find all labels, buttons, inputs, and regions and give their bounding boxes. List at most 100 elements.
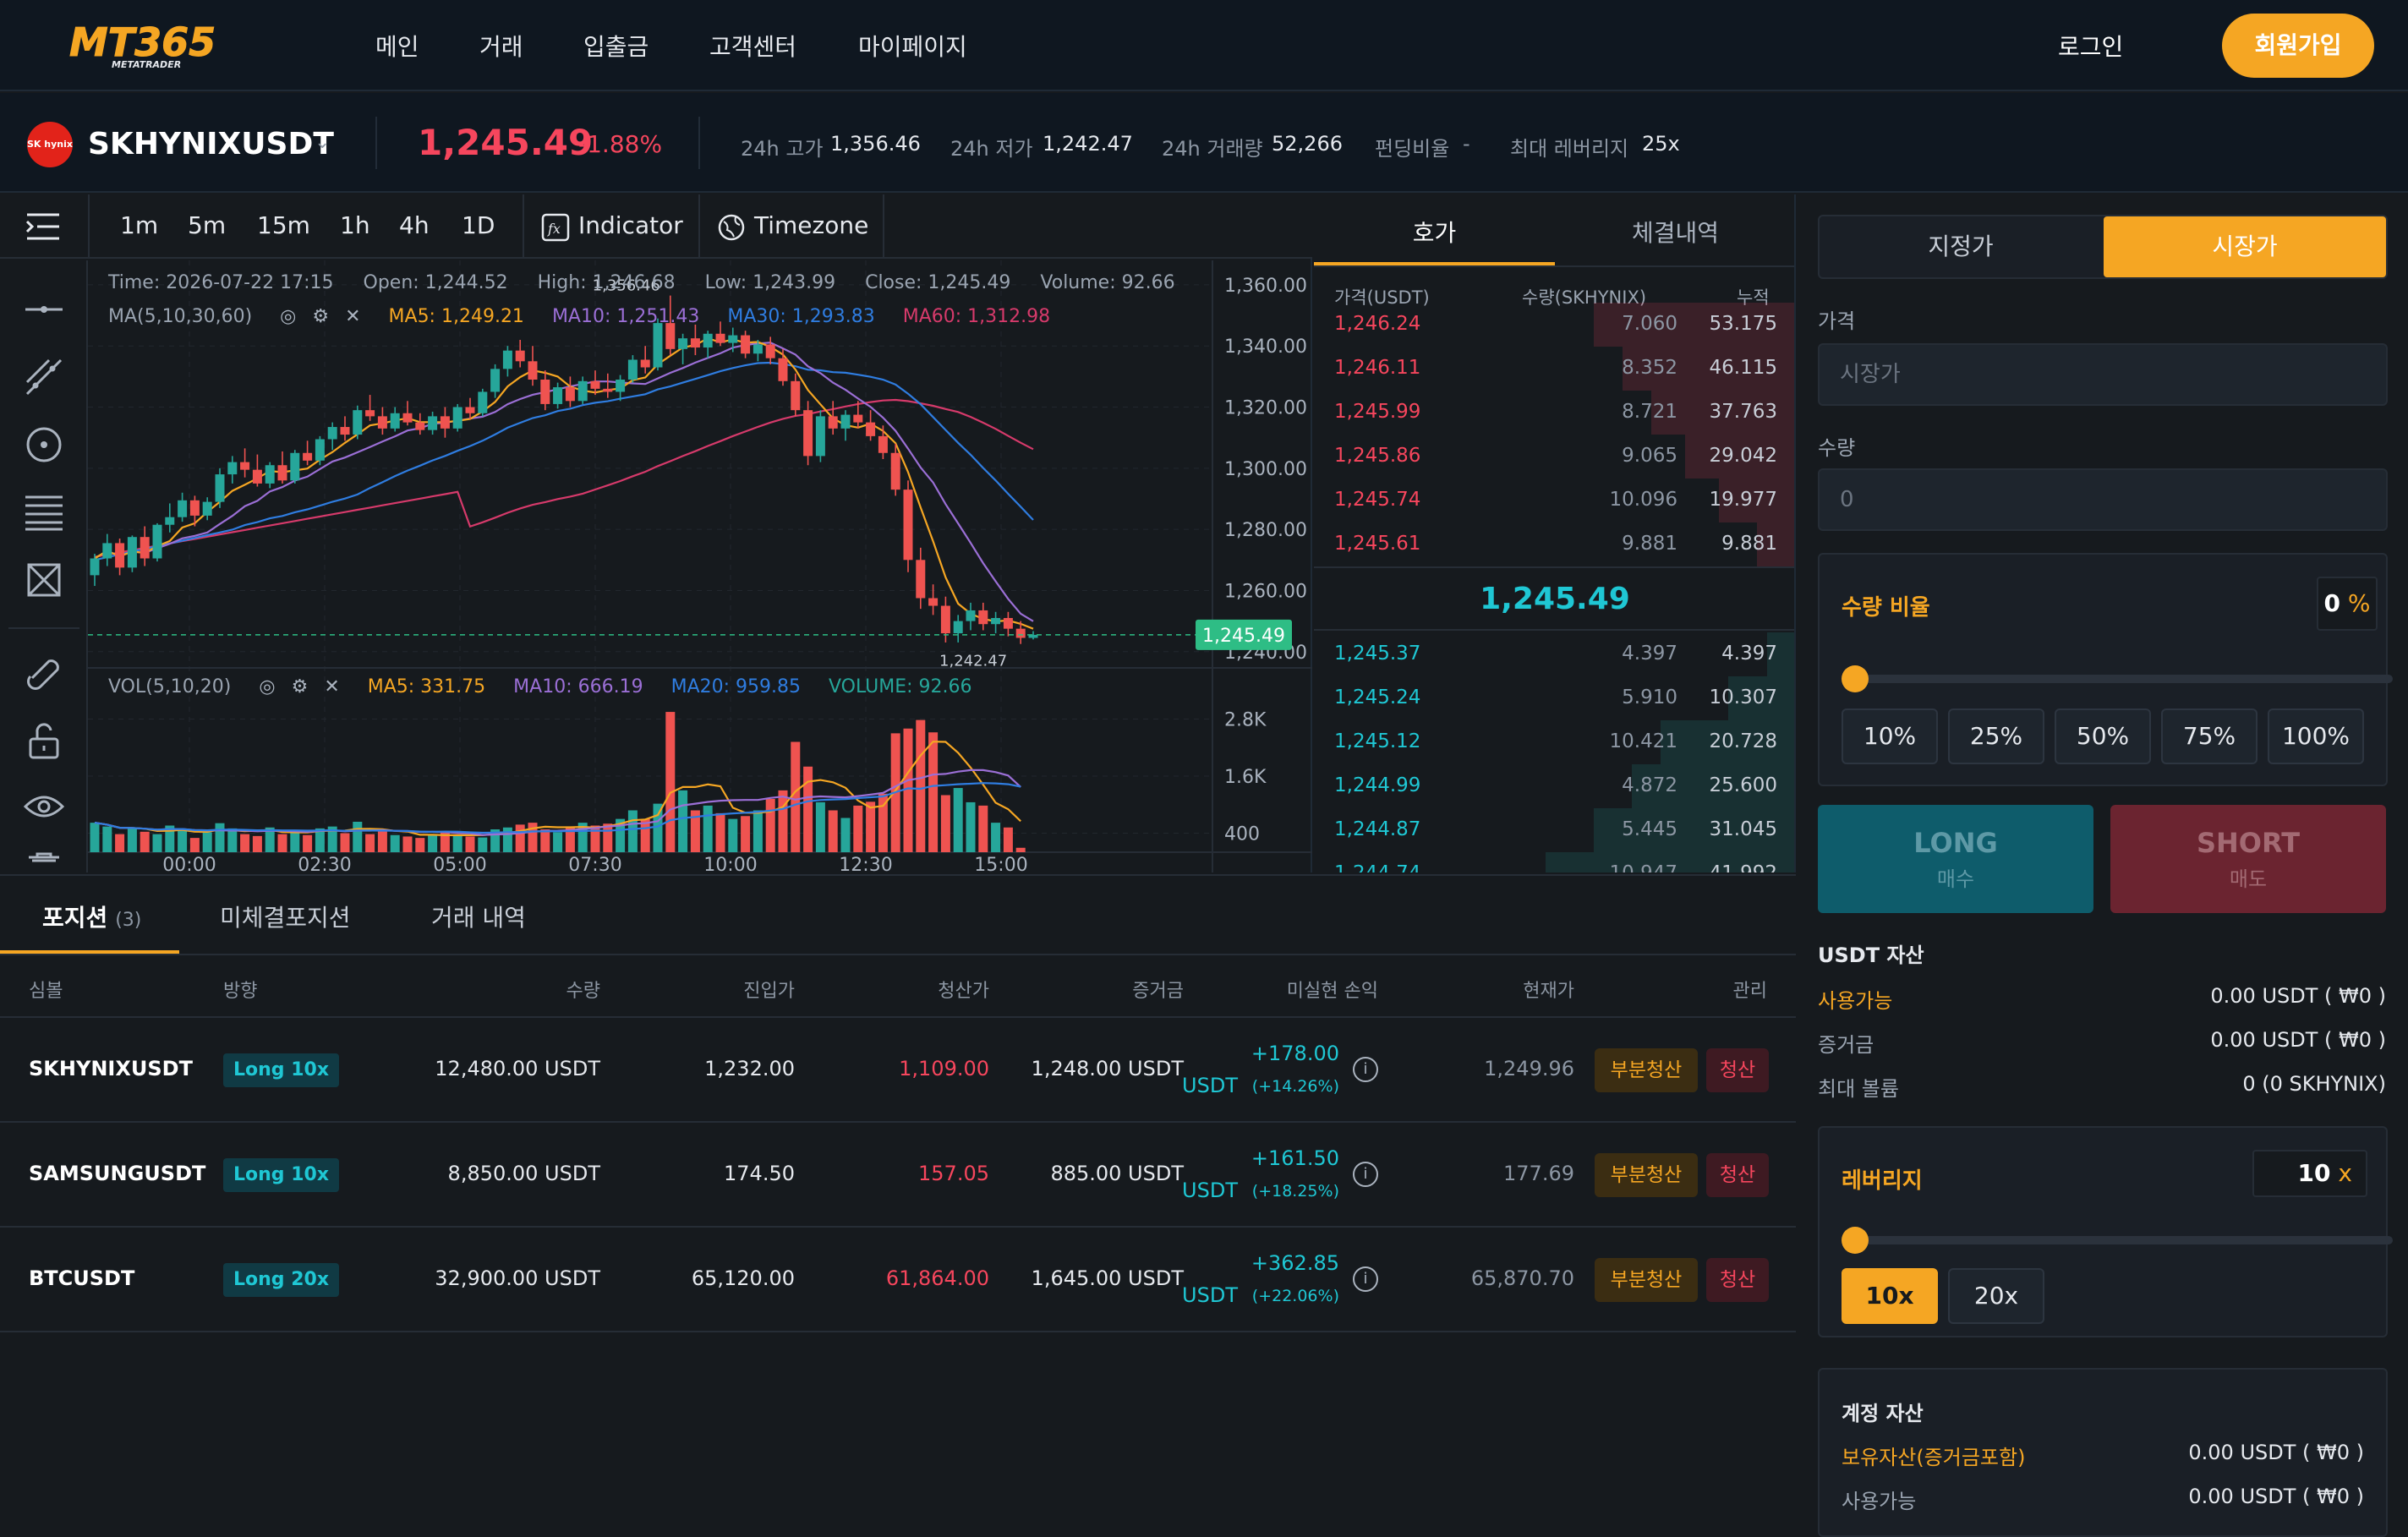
candle-body — [565, 387, 575, 402]
eye-off-icon[interactable]: ◎ — [259, 676, 275, 697]
close-icon[interactable]: ✕ — [324, 676, 339, 697]
position-row: SAMSUNGUSDT Long 10x 8,850.00 USDT 174.50 15… — [0, 1123, 1796, 1228]
volume-bar — [540, 829, 550, 852]
vol-ma20-value: MA20: 959.85 — [670, 676, 802, 697]
bid-row[interactable]: 1,244.99 4.872 25.600 — [1314, 764, 1794, 808]
fibonacci-icon[interactable] — [24, 492, 64, 533]
interval-5m[interactable]: 5m — [188, 211, 226, 239]
symbol-selector[interactable]: SKHYNIXUSDT — [88, 127, 334, 161]
partial-close-button[interactable]: 부분청산 — [1595, 1258, 1698, 1302]
close-icon[interactable]: ✕ — [345, 306, 360, 327]
ask-row[interactable]: 1,245.61 9.881 9.881 — [1314, 522, 1794, 566]
qty-ratio-slider[interactable] — [1855, 675, 2393, 683]
tab-open-orders[interactable]: 미체결포지션 — [220, 900, 351, 933]
short-button[interactable]: SHORT 매도 — [2110, 805, 2386, 913]
ask-row[interactable]: 1,245.99 8.721 37.763 — [1314, 391, 1794, 435]
gear-icon[interactable]: ⚙ — [292, 676, 309, 697]
info-icon[interactable]: i — [1353, 1162, 1378, 1187]
pattern-tool-icon[interactable] — [24, 560, 64, 600]
order-qty: 8.721 — [1622, 401, 1677, 423]
bid-row[interactable]: 1,244.87 5.445 31.045 — [1314, 808, 1794, 852]
pct-25-button[interactable]: 25% — [1948, 708, 2044, 764]
info-icon[interactable]: i — [1353, 1266, 1378, 1292]
magnet-icon[interactable] — [24, 653, 64, 693]
tab-trades[interactable]: 체결내역 — [1555, 215, 1794, 249]
partial-close-button[interactable]: 부분청산 — [1595, 1153, 1698, 1197]
unlock-icon[interactable] — [24, 720, 64, 761]
position-symbol[interactable]: SAMSUNGUSDT — [29, 1162, 205, 1185]
tab-positions[interactable]: 포지션 (3) — [42, 900, 141, 933]
gear-icon[interactable]: ⚙ — [312, 306, 329, 327]
mt365-logo[interactable]: MT365 METATRADER — [68, 19, 262, 71]
bid-row[interactable]: 1,245.37 4.397 4.397 — [1314, 632, 1794, 676]
signup-button[interactable]: 회원가입 — [2222, 14, 2374, 78]
interval-4h[interactable]: 4h — [399, 211, 430, 239]
ask-row[interactable]: 1,245.74 10.096 19.977 — [1314, 479, 1794, 522]
login-link[interactable]: 로그인 — [2058, 29, 2123, 63]
tab-trade-history[interactable]: 거래 내역 — [431, 900, 526, 933]
price-label: 가격 — [1818, 309, 1856, 333]
menu-icon[interactable] — [25, 211, 63, 242]
horizontal-line-icon[interactable] — [24, 289, 64, 330]
volume-bar — [966, 801, 976, 852]
price-input[interactable]: 시장가 — [1818, 343, 2388, 406]
nav-support[interactable]: 고객센터 — [709, 29, 796, 63]
qty-input[interactable]: 0 — [1818, 468, 2388, 531]
bid-row[interactable]: 1,244.74 10.94741.992 — [1314, 852, 1794, 872]
order-price: 1,246.24 — [1334, 313, 1421, 335]
position-mark-price: 177.69 — [1503, 1162, 1574, 1185]
ask-row[interactable]: 1,246.24 7.060 53.175 — [1314, 303, 1794, 347]
qty-ratio-field[interactable]: 0 % — [2317, 577, 2378, 631]
candlestick-chart[interactable]: 1,360.00 1,340.00 1,320.00 1,300.00 1,280.00… — [88, 260, 1312, 872]
close-position-button[interactable]: 청산 — [1706, 1153, 1769, 1197]
eye-off-icon[interactable]: ◎ — [280, 306, 296, 327]
nav-main[interactable]: 메인 — [375, 29, 419, 63]
leverage-field[interactable]: 10 x — [2252, 1150, 2367, 1197]
bid-row[interactable]: 1,245.12 10.421 20.728 — [1314, 720, 1794, 764]
nav-deposit-withdraw[interactable]: 입출금 — [583, 29, 649, 63]
nav-trade[interactable]: 거래 — [479, 29, 523, 63]
close-position-button[interactable]: 청산 — [1706, 1048, 1769, 1092]
position-symbol[interactable]: BTCUSDT — [29, 1266, 134, 1290]
chevron-down-icon[interactable]: ⌄ — [315, 132, 330, 153]
leverage-knob[interactable] — [1842, 1227, 1869, 1254]
trash-icon[interactable] — [24, 852, 64, 872]
tab-limit-order[interactable]: 지정가 — [1820, 216, 2102, 277]
indicator-button[interactable]: Indicator — [578, 211, 683, 239]
position-pnl-unit: USDT — [1182, 1074, 1238, 1097]
account-available-value: 0.00 USDT ( ₩0 ) — [2188, 1485, 2364, 1508]
long-button[interactable]: LONG 매수 — [1818, 805, 2093, 913]
leverage-20x-button[interactable]: 20x — [1948, 1268, 2044, 1324]
leverage-slider[interactable] — [1855, 1236, 2393, 1244]
mid-price-row: 1,245.49 — [1314, 566, 1794, 631]
bid-row[interactable]: 1,245.24 5.910 10.307 — [1314, 676, 1794, 720]
ask-row[interactable]: 1,245.86 9.065 29.042 — [1314, 435, 1794, 479]
trend-line-icon[interactable] — [24, 357, 64, 397]
interval-1h[interactable]: 1h — [340, 211, 370, 239]
partial-close-button[interactable]: 부분청산 — [1595, 1048, 1698, 1092]
ma-legend-label: MA(5,10,30,60) — [108, 306, 253, 327]
qty-ratio-knob[interactable] — [1842, 665, 1869, 692]
timezone-button[interactable]: Timezone — [754, 211, 868, 239]
ask-row[interactable]: 1,246.11 8.352 46.115 — [1314, 347, 1794, 391]
info-icon[interactable]: i — [1353, 1057, 1378, 1082]
pct-75-button[interactable]: 75% — [2161, 708, 2258, 764]
funding-label: 펀딩비율 — [1375, 137, 1450, 161]
pct-100-button[interactable]: 100% — [2268, 708, 2364, 764]
pct-50-button[interactable]: 50% — [2055, 708, 2151, 764]
position-symbol[interactable]: SKHYNIXUSDT — [29, 1057, 193, 1080]
pct-10-button[interactable]: 10% — [1842, 708, 1938, 764]
close-position-button[interactable]: 청산 — [1706, 1258, 1769, 1302]
candle-body — [515, 350, 525, 362]
nav-mypage[interactable]: 마이페이지 — [858, 29, 967, 63]
interval-1m[interactable]: 1m — [120, 211, 158, 239]
tab-orderbook[interactable]: 호가 — [1314, 215, 1555, 249]
position-liq-price: 1,109.00 — [899, 1057, 989, 1080]
tab-market-order[interactable]: 시장가 — [2104, 216, 2386, 277]
leverage-10x-button[interactable]: 10x — [1842, 1268, 1938, 1324]
eye-icon[interactable] — [24, 786, 64, 827]
interval-1d[interactable]: 1D — [462, 211, 495, 239]
interval-15m[interactable]: 15m — [257, 211, 310, 239]
divider — [698, 117, 700, 169]
circle-tool-icon[interactable] — [24, 424, 64, 465]
